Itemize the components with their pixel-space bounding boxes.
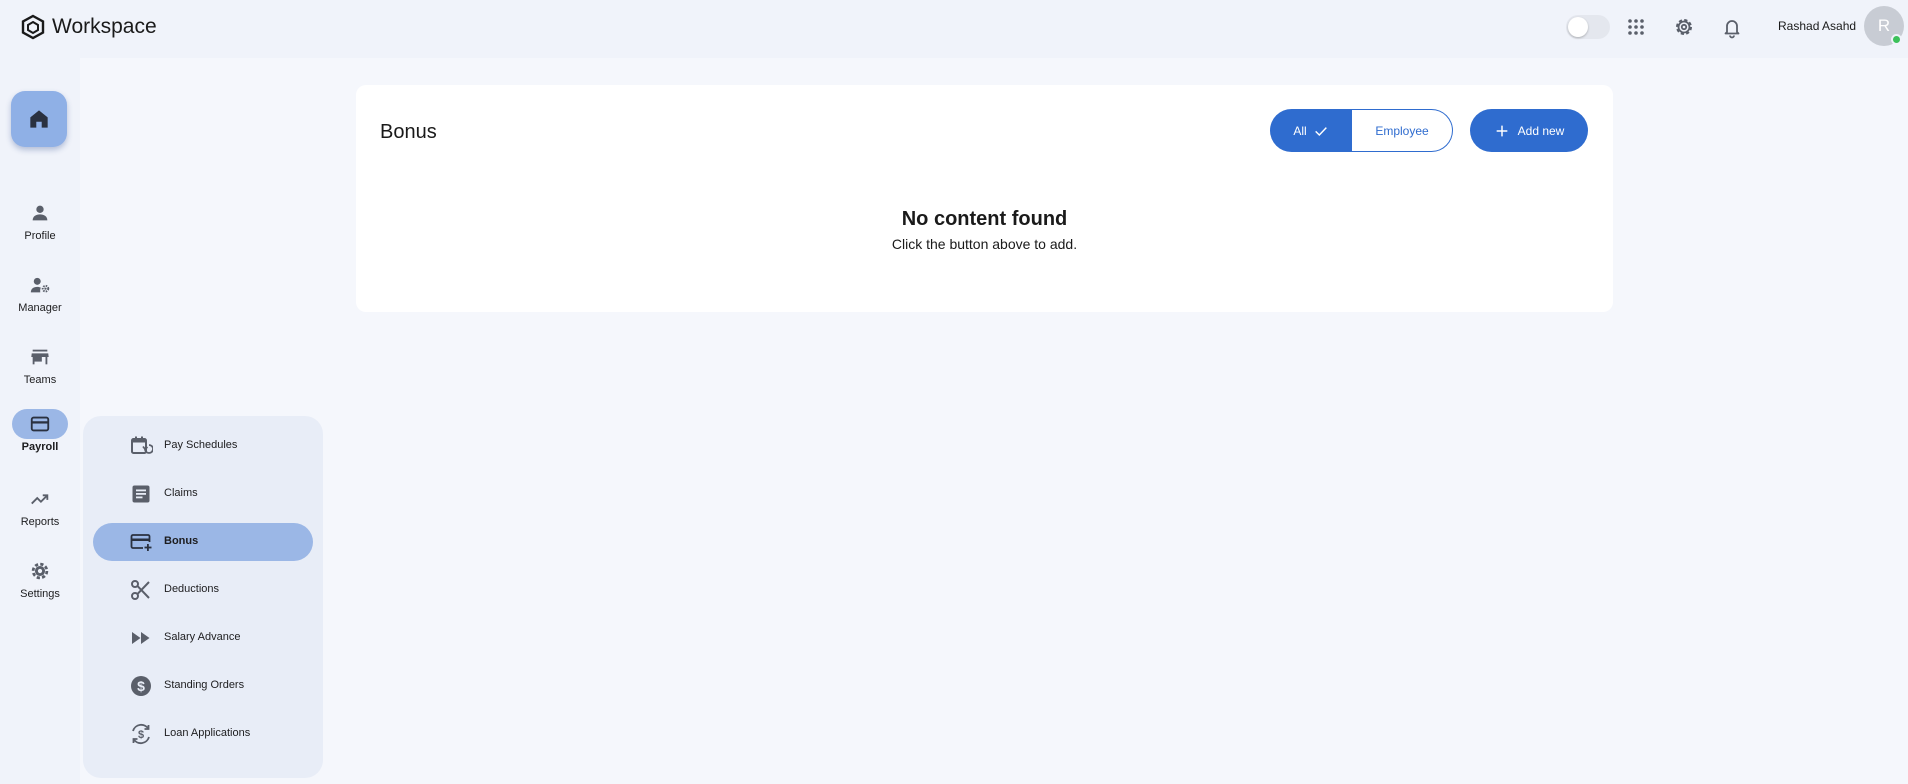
rail-item-teams[interactable]: Teams xyxy=(0,342,80,386)
rail-item-payroll[interactable]: Payroll xyxy=(0,409,80,453)
settings-gear-icon[interactable] xyxy=(1672,15,1696,39)
rail-label-settings: Settings xyxy=(20,588,60,600)
empty-state-title: No content found xyxy=(901,208,1068,230)
document-icon xyxy=(132,485,150,503)
online-status-dot xyxy=(1891,34,1902,45)
submenu-item-pay-schedules[interactable]: Pay Schedules xyxy=(93,427,313,465)
rail-pill-active xyxy=(12,409,68,439)
rail-pill xyxy=(12,198,68,228)
filter-segmented-control: All Employee xyxy=(1270,109,1453,152)
submenu-item-bonus[interactable]: Bonus xyxy=(93,523,313,561)
avatar-initial: R xyxy=(1877,16,1891,35)
payroll-submenu: Pay Schedules Claims Bonus Deductions Sa… xyxy=(83,416,323,778)
rail-label-profile: Profile xyxy=(24,230,56,242)
rail-pill xyxy=(12,556,68,586)
dollar-cycle-icon: $ xyxy=(132,723,150,745)
fast-forward-icon xyxy=(132,632,150,644)
rail-label-teams: Teams xyxy=(23,374,57,386)
rail-label-manager: Manager xyxy=(18,302,62,314)
submenu-item-loan-applications[interactable]: $ Loan Applications xyxy=(93,715,313,753)
rail-pill xyxy=(12,342,68,372)
submenu-item-deductions[interactable]: Deductions xyxy=(93,571,313,609)
trending-up-icon xyxy=(31,494,49,505)
gear-icon xyxy=(31,562,49,580)
filter-employee-button[interactable]: Employee xyxy=(1352,109,1453,152)
submenu-label: Standing Orders xyxy=(164,679,245,691)
bonus-card: Bonus All Employee Add new No content fo… xyxy=(356,85,1613,312)
check-icon xyxy=(1314,126,1327,136)
card-icon xyxy=(30,416,50,432)
rail-label-payroll: Payroll xyxy=(21,441,59,453)
card-plus-icon xyxy=(130,534,152,551)
manager-gear-icon xyxy=(30,277,50,293)
apps-grid-icon[interactable] xyxy=(1624,15,1648,39)
left-rail: Profile Manager Teams Payroll Reports Se… xyxy=(0,58,80,784)
dollar-circle-icon: $ xyxy=(131,676,151,696)
home-button[interactable] xyxy=(11,91,67,147)
scissors-icon xyxy=(131,580,150,600)
bell-icon[interactable] xyxy=(1720,15,1744,39)
app-name: Workspace xyxy=(52,15,157,38)
store-icon xyxy=(31,349,49,365)
submenu-label: Deductions xyxy=(164,583,220,595)
submenu-label: Salary Advance xyxy=(164,631,241,643)
submenu-item-claims[interactable]: Claims xyxy=(93,475,313,513)
submenu-item-salary-advance[interactable]: Salary Advance xyxy=(93,619,313,657)
submenu-label: Pay Schedules xyxy=(164,439,238,451)
add-new-button[interactable]: Add new xyxy=(1470,109,1588,152)
rail-item-manager[interactable]: Manager xyxy=(0,270,80,314)
calendar-refresh-icon xyxy=(131,436,153,454)
empty-state-subtitle: Click the button above to add. xyxy=(891,236,1078,252)
rail-pill xyxy=(12,270,68,300)
plus-icon xyxy=(1496,125,1507,136)
rail-item-profile[interactable]: Profile xyxy=(0,198,80,242)
svg-text:$: $ xyxy=(138,729,144,741)
top-header: Workspace Rashad Asahd R xyxy=(0,0,1908,58)
submenu-item-standing-orders[interactable]: $ Standing Orders xyxy=(93,667,313,705)
rail-label-reports: Reports xyxy=(20,516,60,528)
add-new-label: Add new xyxy=(1517,123,1565,138)
filter-all-button[interactable]: All xyxy=(1270,109,1352,152)
svg-text:$: $ xyxy=(137,678,145,694)
toggle-knob xyxy=(1568,17,1588,37)
page-title: Bonus xyxy=(380,121,437,143)
person-icon xyxy=(32,205,48,221)
home-icon xyxy=(30,110,48,128)
submenu-label: Loan Applications xyxy=(164,727,251,739)
filter-employee-label: Employee xyxy=(1375,123,1429,138)
workspace-logo-icon xyxy=(21,14,45,40)
rail-item-settings[interactable]: Settings xyxy=(0,556,80,600)
submenu-label: Claims xyxy=(164,487,198,499)
rail-pill xyxy=(12,484,68,514)
filter-all-label: All xyxy=(1293,123,1307,138)
theme-toggle[interactable] xyxy=(1566,15,1610,39)
brand[interactable]: Workspace xyxy=(20,14,157,40)
submenu-label: Bonus xyxy=(164,535,199,547)
rail-item-reports[interactable]: Reports xyxy=(0,484,80,528)
user-name[interactable]: Rashad Asahd xyxy=(1778,19,1856,33)
